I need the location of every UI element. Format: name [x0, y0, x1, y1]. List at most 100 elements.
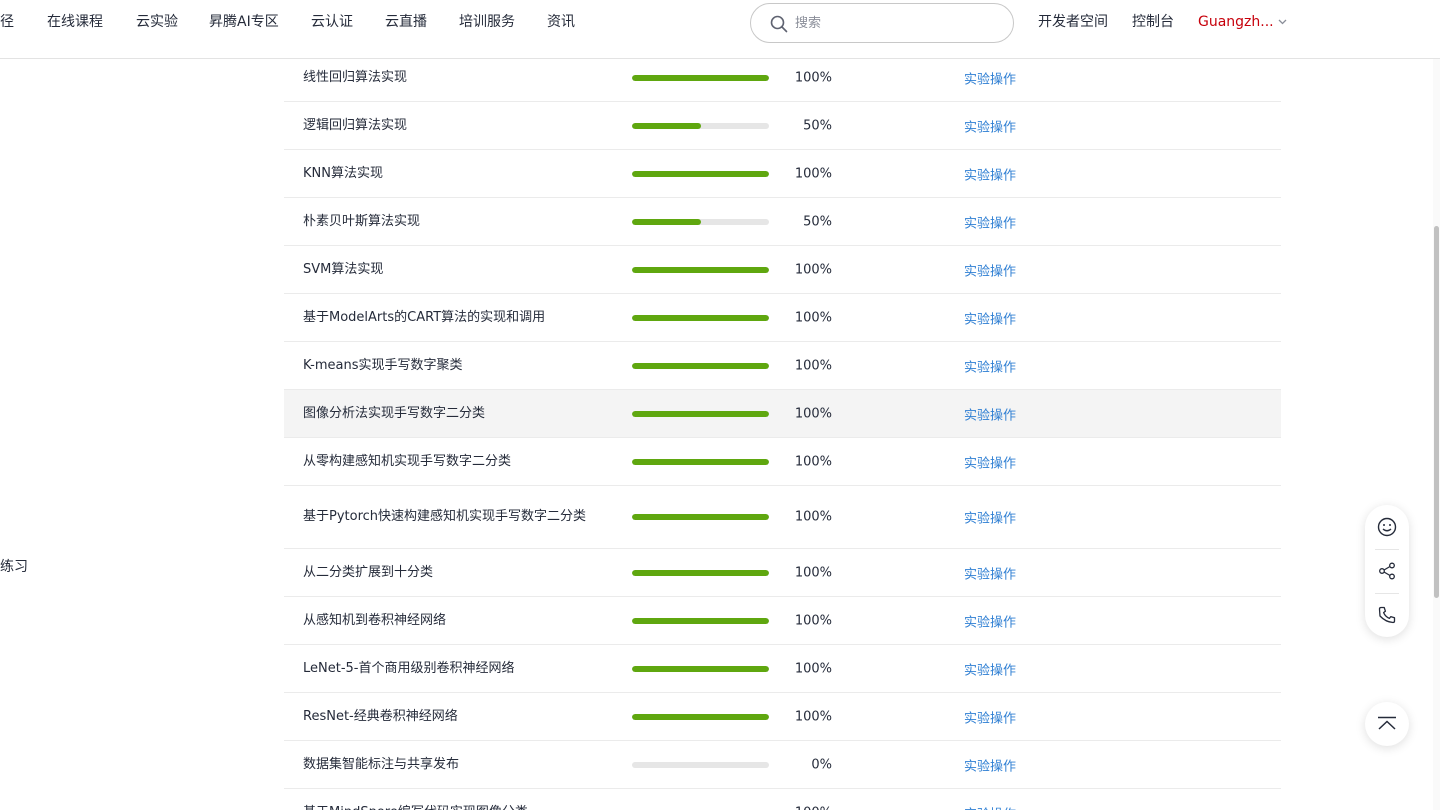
progress-bar: [632, 362, 769, 369]
phone-icon: [1378, 606, 1396, 624]
table-row: 从零构建感知机实现手写数字二分类 100% 实验操作: [284, 438, 1281, 486]
progress-fill: [632, 170, 769, 177]
table-row: 从感知机到卷积神经网络 100% 实验操作: [284, 597, 1281, 645]
experiment-operation-link[interactable]: 实验操作: [964, 707, 1016, 726]
user-menu[interactable]: Guangzh...: [1198, 13, 1287, 31]
experiment-operation-link[interactable]: 实验操作: [964, 308, 1016, 327]
progress-bar: [632, 410, 769, 417]
experiment-name: 线性回归算法实现: [303, 69, 408, 85]
table-row: 基于MindSpore编写代码实现图像分类 100% 实验操作: [284, 789, 1281, 810]
table-row: ResNet-经典卷积神经网络 100% 实验操作: [284, 693, 1281, 741]
progress-fill: [632, 314, 769, 321]
search-input[interactable]: [795, 12, 995, 34]
experiment-name: 从感知机到卷积神经网络: [303, 612, 447, 628]
progress-percent: 100%: [794, 406, 832, 421]
experiment-operation-link[interactable]: 实验操作: [964, 659, 1016, 678]
table-row: 数据集智能标注与共享发布 0% 实验操作: [284, 741, 1281, 789]
progress-bar: [632, 314, 769, 321]
table-row: 基于Pytorch快速构建感知机实现手写数字二分类 100% 实验操作: [284, 486, 1281, 549]
progress-fill: [632, 458, 769, 465]
experiment-name: 基于MindSpore编写代码实现图像分类: [303, 804, 603, 810]
developer-space-link[interactable]: 开发者空间: [1038, 13, 1108, 31]
progress-fill: [632, 665, 769, 672]
progress-bar: [632, 761, 769, 768]
experiment-operation-link[interactable]: 实验操作: [964, 755, 1016, 774]
chevron-down-icon: [1278, 19, 1287, 25]
sidebar-item-exercise[interactable]: 练习: [0, 556, 28, 576]
experiment-name: 基于Pytorch快速构建感知机实现手写数字二分类: [303, 509, 587, 524]
progress-bar: [632, 569, 769, 576]
arrow-up-to-top-icon: [1378, 716, 1396, 730]
nav-item[interactable]: 径: [0, 13, 14, 31]
nav-item[interactable]: 在线课程: [47, 13, 103, 31]
experiment-operation-link[interactable]: 实验操作: [964, 260, 1016, 279]
progress-fill: [632, 617, 769, 624]
share-button[interactable]: [1365, 549, 1409, 593]
progress-fill: [632, 218, 701, 225]
experiment-operation-link[interactable]: 实验操作: [964, 68, 1016, 87]
progress-fill: [632, 266, 769, 273]
nav-item[interactable]: 云实验: [136, 13, 178, 31]
experiment-name: ResNet-经典卷积神经网络: [303, 708, 458, 724]
progress-bar: [632, 665, 769, 672]
experiment-operation-link[interactable]: 实验操作: [964, 508, 1016, 527]
progress-percent: 100%: [794, 262, 832, 277]
nav-item[interactable]: 资讯: [547, 13, 575, 31]
progress-percent: 100%: [794, 509, 832, 525]
experiment-operation-link[interactable]: 实验操作: [964, 803, 1016, 810]
experiment-name: K-means实现手写数字聚类: [303, 357, 463, 373]
progress-percent: 0%: [811, 757, 832, 772]
user-name: Guangzh...: [1198, 14, 1274, 30]
experiment-name: SVM算法实现: [303, 261, 384, 277]
back-to-top-button[interactable]: [1365, 702, 1409, 746]
table-row: 逻辑回归算法实现 50% 实验操作: [284, 102, 1281, 150]
progress-bar: [632, 617, 769, 624]
table-row: 线性回归算法实现 100% 实验操作: [284, 54, 1281, 102]
table-row: 朴素贝叶斯算法实现 50% 实验操作: [284, 198, 1281, 246]
experiment-operation-link[interactable]: 实验操作: [964, 452, 1016, 471]
nav-item[interactable]: 昇腾AI专区: [209, 13, 279, 31]
progress-percent: 100%: [794, 565, 832, 580]
table-row: 从二分类扩展到十分类 100% 实验操作: [284, 549, 1281, 597]
experiment-name: 从二分类扩展到十分类: [303, 564, 434, 580]
progress-fill: [632, 713, 769, 720]
progress-fill: [632, 410, 769, 417]
experiment-operation-link[interactable]: 实验操作: [964, 563, 1016, 582]
experiment-operation-link[interactable]: 实验操作: [964, 356, 1016, 375]
progress-percent: 100%: [794, 70, 832, 85]
nav-item[interactable]: 云认证: [311, 13, 353, 31]
console-link[interactable]: 控制台: [1132, 13, 1174, 31]
experiment-name: 朴素贝叶斯算法实现: [303, 213, 421, 229]
feedback-button[interactable]: [1365, 505, 1409, 549]
progress-fill: [632, 514, 769, 520]
progress-fill: [632, 569, 769, 576]
smile-icon: [1377, 517, 1397, 537]
progress-percent: 100%: [774, 805, 832, 810]
share-icon: [1379, 562, 1395, 580]
experiment-table: 线性回归算法实现 100% 实验操作 逻辑回归算法实现 50% 实验操作 KNN算法实现 10…: [284, 54, 1281, 810]
experiment-name: 基于ModelArts的CART算法的实现和调用: [303, 309, 546, 325]
table-row: 基于ModelArts的CART算法的实现和调用 100% 实验操作: [284, 294, 1281, 342]
experiment-operation-link[interactable]: 实验操作: [964, 116, 1016, 135]
experiment-operation-link[interactable]: 实验操作: [964, 212, 1016, 231]
progress-fill: [632, 362, 769, 369]
progress-percent: 100%: [794, 166, 832, 181]
experiment-name: 从零构建感知机实现手写数字二分类: [303, 453, 512, 469]
progress-bar: [632, 122, 769, 129]
contact-button[interactable]: [1365, 593, 1409, 637]
experiment-operation-link[interactable]: 实验操作: [964, 164, 1016, 183]
nav-item[interactable]: 云直播: [385, 13, 427, 31]
nav-item[interactable]: 培训服务: [459, 13, 515, 31]
progress-bar: [632, 170, 769, 177]
scrollbar-thumb[interactable]: [1434, 226, 1439, 598]
progress-bar: [632, 74, 769, 81]
progress-percent: 100%: [794, 613, 832, 628]
experiment-name: 数据集智能标注与共享发布: [303, 756, 460, 772]
experiment-operation-link[interactable]: 实验操作: [964, 611, 1016, 630]
experiment-operation-link[interactable]: 实验操作: [964, 404, 1016, 423]
progress-bar: [632, 514, 769, 520]
search-box[interactable]: [750, 3, 1014, 43]
progress-bar: [632, 266, 769, 273]
progress-percent: 100%: [794, 661, 832, 676]
progress-bar: [632, 458, 769, 465]
